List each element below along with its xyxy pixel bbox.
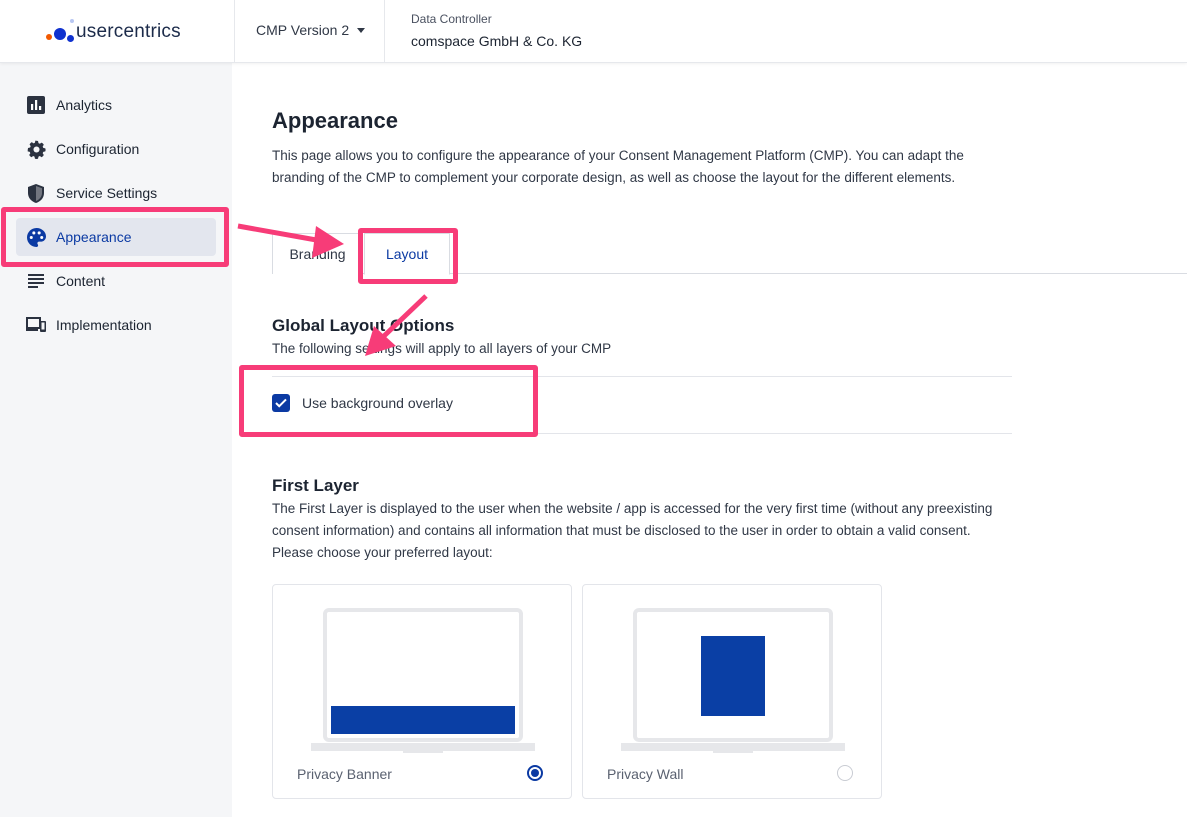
sidebar-item-label: Implementation bbox=[56, 317, 152, 333]
checkbox-checked-icon[interactable] bbox=[272, 394, 290, 412]
divider bbox=[272, 433, 1012, 434]
text-lines-icon bbox=[26, 271, 46, 291]
page-description: This page allows you to configure the ap… bbox=[272, 148, 964, 185]
cmp-version-dropdown[interactable]: CMP Version 2 bbox=[256, 22, 366, 38]
layout-option-privacy-wall[interactable]: Privacy Wall bbox=[582, 584, 882, 799]
first-layer-title: First Layer bbox=[272, 476, 359, 495]
privacy-banner-label: Privacy Banner bbox=[297, 766, 392, 782]
header-divider bbox=[384, 0, 385, 63]
first-layer-description: The First Layer is displayed to the user… bbox=[272, 501, 993, 560]
sidebar-item-configuration[interactable]: Configuration bbox=[16, 130, 216, 168]
sidebar-item-appearance[interactable]: Appearance bbox=[16, 218, 216, 256]
gear-icon bbox=[26, 139, 46, 159]
sidebar: Analytics Configuration Service Settings… bbox=[0, 63, 232, 817]
global-layout-title: Global Layout Options bbox=[272, 316, 455, 335]
privacy-banner-illustration bbox=[311, 608, 535, 753]
data-controller-label: Data Controller bbox=[411, 12, 492, 26]
usercentrics-logo[interactable]: usercentrics bbox=[44, 14, 234, 50]
privacy-wall-label: Privacy Wall bbox=[607, 766, 684, 782]
background-overlay-checkbox[interactable]: Use background overlay bbox=[272, 394, 453, 412]
sidebar-item-label: Configuration bbox=[56, 141, 140, 157]
privacy-banner-radio[interactable] bbox=[527, 765, 543, 781]
layout-option-privacy-banner[interactable]: Privacy Banner bbox=[272, 584, 572, 799]
palette-icon bbox=[26, 227, 46, 247]
header-divider bbox=[234, 0, 235, 63]
main-content: Appearance This page allows you to confi… bbox=[232, 63, 1187, 817]
sidebar-item-content[interactable]: Content bbox=[16, 262, 216, 300]
sidebar-item-label: Service Settings bbox=[56, 185, 158, 201]
sidebar-item-implementation[interactable]: Implementation bbox=[16, 306, 216, 344]
cmp-version-label: CMP Version 2 bbox=[256, 22, 350, 38]
privacy-wall-radio[interactable] bbox=[837, 765, 853, 781]
logo-text: usercentrics bbox=[76, 21, 181, 42]
sidebar-item-label: Analytics bbox=[56, 97, 113, 113]
tab-branding[interactable]: Branding bbox=[272, 233, 362, 274]
sidebar-item-analytics[interactable]: Analytics bbox=[16, 86, 216, 124]
tab-bar: Branding Layout bbox=[272, 233, 1187, 275]
sidebar-item-service-settings[interactable]: Service Settings bbox=[16, 174, 216, 212]
page-title: Appearance bbox=[272, 108, 398, 133]
sidebar-item-label: Appearance bbox=[56, 229, 132, 245]
global-layout-description: The following settings will apply to all… bbox=[272, 341, 612, 356]
top-header: usercentrics CMP Version 2 Data Controll… bbox=[0, 0, 1187, 63]
background-overlay-label: Use background overlay bbox=[302, 395, 453, 411]
sidebar-item-label: Content bbox=[56, 273, 106, 289]
tab-layout[interactable]: Layout bbox=[364, 233, 450, 275]
data-controller-value: comspace GmbH & Co. KG bbox=[411, 33, 583, 49]
logo-dots-icon bbox=[44, 16, 78, 48]
devices-icon bbox=[26, 315, 46, 335]
privacy-wall-illustration bbox=[621, 608, 845, 753]
shield-icon bbox=[26, 183, 46, 203]
bar-chart-icon bbox=[26, 95, 46, 115]
chevron-down-icon bbox=[357, 27, 366, 33]
divider bbox=[272, 376, 1012, 377]
